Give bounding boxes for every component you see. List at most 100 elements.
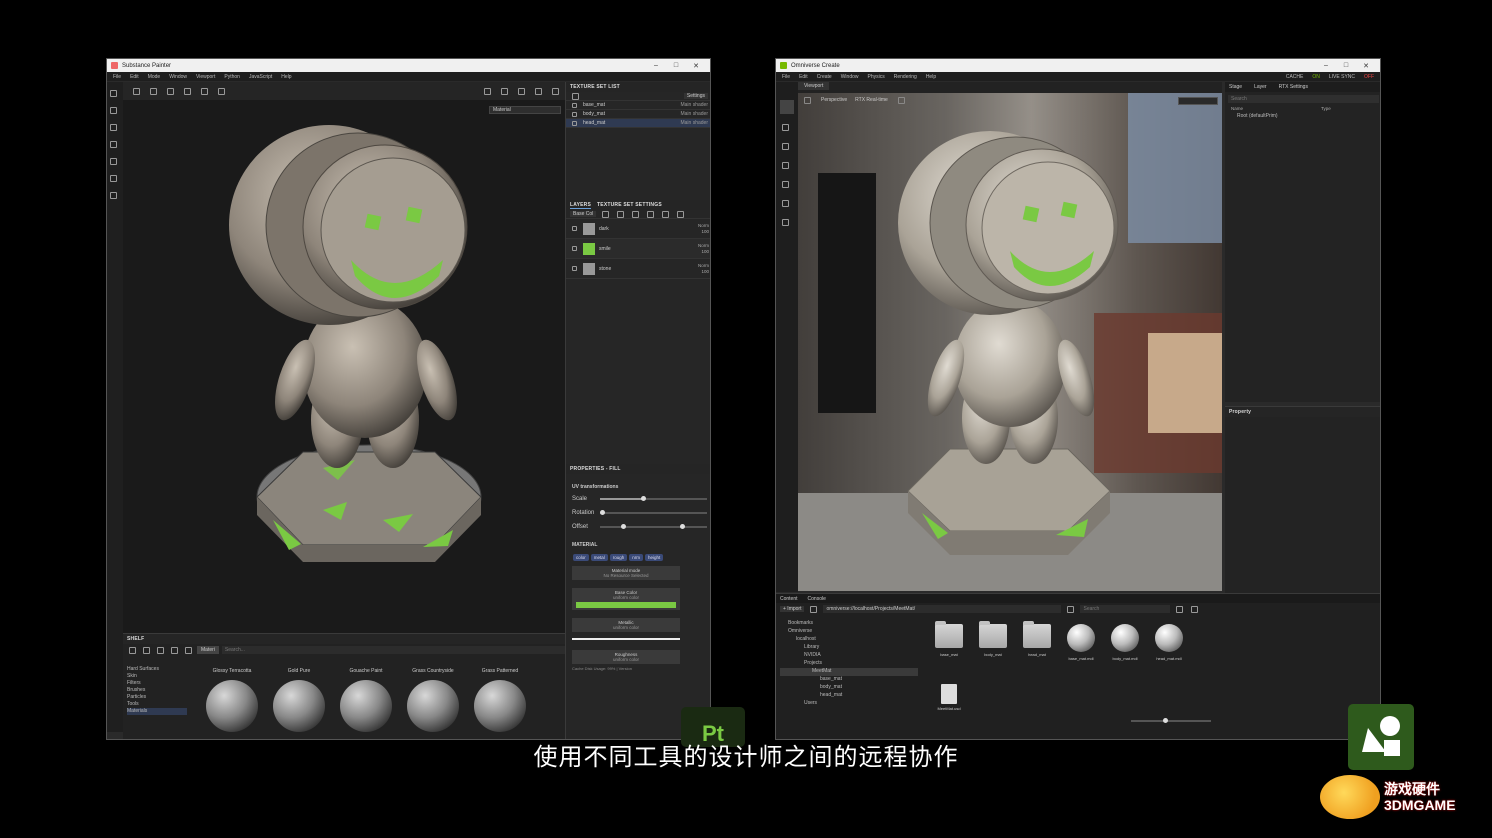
sp-viewport[interactable]: Material [123, 100, 565, 685]
shelf-material[interactable]: Glossy Terracotta [203, 668, 261, 732]
menu-item[interactable]: Window [841, 74, 859, 80]
content-file[interactable]: head_mat.mdl [1154, 624, 1184, 661]
layer-opacity[interactable]: 100 [698, 269, 709, 275]
tree-item[interactable]: head_mat [780, 692, 918, 700]
video-icon[interactable] [535, 87, 542, 95]
thumbnail-size-slider[interactable] [1131, 718, 1211, 723]
maximize-icon[interactable]: □ [1336, 62, 1356, 69]
symmetry-icon[interactable] [184, 87, 191, 95]
clone-tool-icon[interactable] [110, 175, 117, 182]
shelf-category[interactable]: Filters [127, 680, 187, 687]
menu-item[interactable]: Rendering [894, 74, 917, 80]
scale-slider[interactable] [600, 496, 707, 501]
tab-stage-2[interactable]: RTX Settings [1279, 84, 1308, 90]
base-color-block[interactable]: Base Color uniform color [572, 588, 680, 610]
camera-icon[interactable] [501, 87, 508, 95]
layer-blend-mode[interactable]: Norm [698, 223, 709, 229]
shelf-search-input[interactable]: Search... [221, 646, 565, 654]
cache-status[interactable]: ON [1312, 74, 1320, 80]
layer-row[interactable]: dark Norm 100 [566, 219, 710, 239]
layer-visibility-icon[interactable] [572, 226, 577, 231]
move-tool-icon[interactable] [782, 143, 789, 150]
snap-tool-icon[interactable] [782, 200, 789, 207]
tab-property[interactable]: Property [1229, 409, 1251, 415]
texture-set-item[interactable]: base_mat Main shader [566, 101, 710, 110]
add-mask-icon[interactable] [617, 210, 625, 218]
menu-item[interactable]: Create [817, 74, 832, 80]
texture-set-item[interactable]: body_mat Main shader [566, 110, 710, 119]
layer-visibility-icon[interactable] [572, 266, 577, 271]
stage-search[interactable]: Search [1228, 95, 1379, 103]
layer-blend[interactable]: Norm 100 [698, 223, 709, 235]
paint-tool-icon[interactable] [110, 90, 117, 97]
shelf-category[interactable]: Particles [127, 694, 187, 701]
tree-item[interactable]: Projects [780, 660, 918, 668]
filter-icon[interactable] [1176, 605, 1184, 613]
metallic-slider[interactable] [572, 638, 680, 640]
import-icon[interactable] [157, 646, 164, 654]
tab-viewport[interactable]: Viewport [798, 82, 830, 90]
content-file[interactable]: base_mat [934, 621, 964, 661]
menu-item[interactable]: Edit [130, 74, 139, 80]
minimize-icon[interactable]: – [646, 62, 666, 69]
shelf-material[interactable]: Grass Countryside [404, 668, 462, 732]
play-icon[interactable] [782, 219, 789, 226]
layer-opacity[interactable]: 100 [698, 229, 709, 235]
tree-item[interactable]: Library [780, 644, 918, 652]
minimize-icon[interactable]: – [1316, 62, 1336, 69]
roughness-block[interactable]: Roughness uniform color [572, 650, 680, 664]
channel-chip-height[interactable]: height [645, 554, 664, 561]
tree-item[interactable]: localhost [780, 636, 918, 644]
menu-item[interactable]: Window [169, 74, 187, 80]
photo-icon[interactable] [552, 87, 559, 95]
folder-icon[interactable] [662, 210, 670, 218]
visibility-icon[interactable] [572, 111, 577, 117]
menu-item[interactable]: Mode [148, 74, 161, 80]
select-tool-icon[interactable] [782, 124, 789, 131]
texture-set-shader[interactable]: Main shader [680, 111, 708, 117]
tree-item[interactable]: Users [780, 700, 918, 708]
menu-item[interactable]: File [113, 74, 121, 80]
maximize-icon[interactable]: □ [666, 62, 686, 69]
rotate-tool-icon[interactable] [782, 162, 789, 169]
layer-blend[interactable]: Norm 100 [698, 243, 709, 255]
tree-item[interactable]: NVIDIA [780, 652, 918, 660]
smudge-tool-icon[interactable] [110, 158, 117, 165]
tab-content-1[interactable]: Console [808, 596, 826, 602]
content-file[interactable]: base_mat.mdl [1066, 624, 1096, 661]
menu-item[interactable]: Python [224, 74, 240, 80]
shelf-material[interactable]: Gold Pure [270, 668, 328, 732]
tab-texture-set-settings[interactable]: TEXTURE SET SETTINGS [597, 202, 662, 208]
path-field[interactable]: omniverse://localhost/Projects/MeetMat/ [823, 605, 1062, 613]
sound-icon[interactable] [167, 87, 174, 95]
menu-item[interactable]: Viewport [196, 74, 215, 80]
texture-set-shader[interactable]: Main shader [680, 120, 708, 126]
shelf-category[interactable]: Brushes [127, 687, 187, 694]
shelf-category[interactable]: Materials [127, 708, 187, 715]
scale-tool-icon[interactable] [782, 181, 789, 188]
menu-item[interactable]: Help [281, 74, 291, 80]
visibility-icon[interactable] [572, 102, 577, 108]
channel-chip-metal[interactable]: metal [590, 554, 608, 561]
menu-item[interactable]: Edit [799, 74, 808, 80]
projection-tool-icon[interactable] [110, 124, 117, 131]
layer-row[interactable]: stone Norm 100 [566, 259, 710, 279]
tree-item[interactable]: base_mat [780, 676, 918, 684]
tab-layers[interactable]: LAYERS [570, 202, 592, 209]
viewport-badge[interactable] [1178, 97, 1218, 105]
live-sync-status[interactable]: OFF [1364, 74, 1374, 80]
layer-blend[interactable]: Norm 100 [698, 263, 709, 275]
tab-stage-0[interactable]: Stage [1229, 84, 1242, 90]
content-file[interactable]: body_mat.mdl [1110, 624, 1140, 661]
folder-icon[interactable] [129, 646, 136, 654]
settings-icon[interactable] [1191, 605, 1199, 613]
texture-set-icon[interactable] [572, 92, 579, 100]
tree-item[interactable]: Omniverse [780, 628, 918, 636]
shelf-filter-tag[interactable]: Materi [197, 646, 219, 654]
tree-item[interactable]: body_mat [780, 684, 918, 692]
export-icon[interactable] [171, 646, 178, 654]
import-button[interactable]: + Import [780, 606, 805, 612]
stage-root-item[interactable]: Root (defaultPrim) [1225, 113, 1380, 119]
pause-icon[interactable] [484, 87, 491, 95]
menu-item[interactable]: Help [926, 74, 936, 80]
